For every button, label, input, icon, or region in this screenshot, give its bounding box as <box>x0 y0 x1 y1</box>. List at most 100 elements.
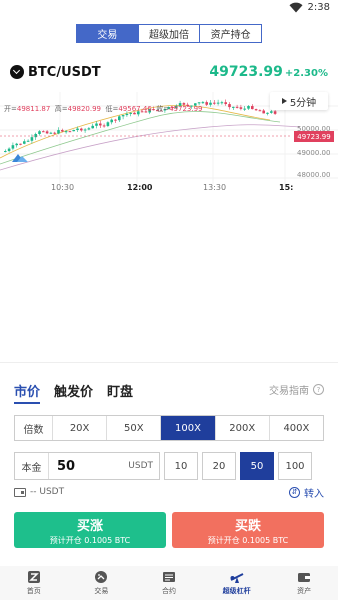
order-type-tabs: 市价 触发价 盯盘 <box>14 381 133 404</box>
trade-guide-link[interactable]: 交易指南 ? <box>269 382 324 397</box>
candle-body <box>251 106 254 110</box>
tab-market[interactable]: 市价 <box>14 381 41 404</box>
candle-body <box>38 131 41 134</box>
principal-label: 本金 <box>15 453 49 479</box>
candle-body <box>15 143 18 146</box>
leverage-icon <box>230 573 244 583</box>
wallet-icon <box>298 573 311 582</box>
candle-body <box>49 132 53 134</box>
buy-long-button[interactable]: 买涨 预计开仓 0.1005 BTC <box>14 512 166 548</box>
principal-value[interactable]: 50 <box>49 459 128 474</box>
candle-body <box>216 102 220 104</box>
candle-body <box>57 130 60 134</box>
caret-right-icon <box>281 98 287 104</box>
pair-symbol: BTC/USDT <box>28 64 101 80</box>
candle-body <box>266 112 269 114</box>
candle-body <box>64 131 68 133</box>
nav-contract[interactable]: 合约 <box>135 566 203 600</box>
pair-selector[interactable]: BTC/USDT <box>10 65 101 80</box>
tab-super-double[interactable]: 超级加倍 <box>139 25 201 42</box>
nav-trade[interactable]: 交易 <box>68 566 136 600</box>
quick-amount-20[interactable]: 20 <box>202 452 236 480</box>
candle-body <box>270 111 273 113</box>
candle-body <box>45 131 49 134</box>
home-icon <box>27 571 40 583</box>
candle-body <box>30 137 34 141</box>
candle-body <box>247 106 250 109</box>
y-axis-label: 49000.00 <box>297 149 331 157</box>
candle-body <box>220 102 224 104</box>
nav-super-leverage[interactable]: 超级杠杆 <box>203 566 271 600</box>
amount-row: 本金 50 USDT 10 20 50 100 <box>14 452 324 480</box>
bottom-nav: 首页 交易 合约 超级杠杆 资产 <box>0 566 338 600</box>
candle-body <box>11 145 15 149</box>
leverage-option-50x[interactable]: 50X <box>107 416 162 440</box>
candle-body <box>68 131 72 133</box>
candle-body <box>23 141 26 144</box>
status-bar: 2:38 <box>0 0 338 18</box>
nav-assets[interactable]: 资产 <box>270 566 338 600</box>
interval-selector[interactable]: 5分钟 <box>270 92 328 110</box>
principal-field[interactable]: 本金 50 USDT <box>14 452 160 480</box>
trade-icon <box>95 571 108 583</box>
candle-body <box>258 110 262 112</box>
candle-body <box>106 122 110 127</box>
moving-average-lines <box>0 104 301 171</box>
leverage-option-200x[interactable]: 200X <box>216 416 270 440</box>
tab-trigger[interactable]: 触发价 <box>54 381 93 404</box>
candle-body <box>235 106 239 108</box>
candle-body <box>239 107 243 109</box>
leverage-option-20x[interactable]: 20X <box>53 416 108 440</box>
candle-body <box>262 110 265 114</box>
leverage-option-100x[interactable]: 100X <box>161 416 216 440</box>
candle-body <box>205 102 208 105</box>
candle-body <box>110 119 113 123</box>
quick-amount-10[interactable]: 10 <box>164 452 198 480</box>
candle-body <box>201 102 205 104</box>
wallet-icon <box>14 487 26 497</box>
tab-positions[interactable]: 资产持仓 <box>200 25 261 42</box>
transfer-icon: ⇵ <box>289 486 300 498</box>
candle-body <box>61 130 64 132</box>
candle-body <box>72 130 75 132</box>
nav-home[interactable]: 首页 <box>0 566 68 600</box>
order-actions: 买涨 预计开仓 0.1005 BTC 买跌 预计开仓 0.1005 BTC <box>14 512 324 548</box>
candle-body <box>7 148 11 152</box>
candle-body <box>34 133 37 138</box>
candle-body <box>209 102 212 105</box>
leverage-option-400x[interactable]: 400X <box>270 416 323 440</box>
x-axis-label: 10:30 <box>51 183 75 192</box>
candle-body <box>228 104 231 108</box>
candle-body <box>87 128 91 130</box>
buy-short-button[interactable]: 买跌 预计开仓 0.1005 BTC <box>172 512 324 548</box>
tab-trade[interactable]: 交易 <box>77 25 139 42</box>
candle-body <box>91 125 94 129</box>
pair-header: BTC/USDT 49723.99 +2.30% <box>10 58 328 86</box>
leverage-label: 倍数 <box>15 416 53 440</box>
pair-change: +2.30% <box>284 68 328 79</box>
pair-price: 49723.99 <box>209 64 283 80</box>
contract-icon <box>162 572 175 582</box>
status-time: 2:38 <box>307 2 330 13</box>
candle-body <box>80 128 83 131</box>
chevron-down-icon <box>10 65 24 79</box>
ohlc-readout: 开=49811.87 高=49820.99 低=49567.46 收=49723… <box>4 105 203 113</box>
x-axis-label: 15: <box>279 183 294 192</box>
candle-body <box>121 115 125 117</box>
balance-display: -- USDT <box>14 487 64 497</box>
candle-body <box>83 129 87 131</box>
candle-body <box>118 116 121 121</box>
y-axis-label: 48000.00 <box>297 171 331 179</box>
wifi-icon <box>289 2 303 13</box>
last-price-tag: 49723.99 <box>294 131 334 142</box>
candle-body <box>76 128 79 131</box>
candle-body <box>4 151 7 153</box>
x-axis-label: 13:30 <box>203 183 227 192</box>
candle-body <box>125 113 129 116</box>
quick-amount-100[interactable]: 100 <box>278 452 312 480</box>
transfer-in-button[interactable]: ⇵ 转入 <box>289 485 324 500</box>
tab-watch[interactable]: 盯盘 <box>107 381 133 404</box>
quick-amount-50[interactable]: 50 <box>240 452 274 480</box>
candle-body <box>42 131 45 133</box>
candle-body <box>102 125 106 127</box>
